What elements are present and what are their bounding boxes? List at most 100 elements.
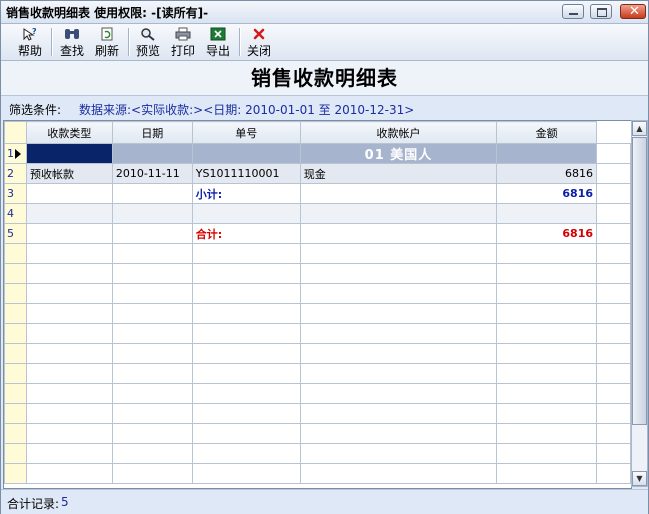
empty-cell[interactable] <box>191 263 301 284</box>
cell-number[interactable]: YS1011110001 <box>191 163 301 184</box>
empty-cell[interactable] <box>299 303 498 324</box>
table-row[interactable]: 4 <box>4 203 631 224</box>
row-number[interactable] <box>4 443 27 464</box>
empty-cell[interactable] <box>25 263 113 284</box>
empty-cell[interactable] <box>25 363 113 384</box>
empty-cell[interactable] <box>496 463 598 484</box>
empty-row[interactable] <box>4 423 631 444</box>
export-button[interactable]: 导出 <box>203 25 233 59</box>
empty-cell[interactable] <box>25 463 113 484</box>
empty-row[interactable] <box>4 443 631 464</box>
cell-type[interactable] <box>25 203 113 224</box>
row-number[interactable] <box>4 343 27 364</box>
empty-cell[interactable] <box>111 463 193 484</box>
empty-cell[interactable] <box>496 443 598 464</box>
cell-type[interactable] <box>25 223 113 244</box>
empty-cell[interactable] <box>191 343 301 364</box>
cell-date[interactable] <box>111 203 193 224</box>
subtotal-amount[interactable]: 6816 <box>496 183 598 204</box>
empty-cell[interactable] <box>111 323 193 344</box>
row-number[interactable]: 5 <box>4 223 27 244</box>
group-label[interactable]: 01 美国人 <box>299 143 498 164</box>
row-number[interactable]: 4 <box>4 203 27 224</box>
row-number[interactable] <box>4 323 27 344</box>
empty-cell[interactable] <box>111 263 193 284</box>
empty-cell[interactable] <box>496 263 598 284</box>
empty-cell[interactable] <box>496 343 598 364</box>
empty-cell[interactable] <box>25 423 113 444</box>
empty-cell[interactable] <box>299 263 498 284</box>
empty-row[interactable] <box>4 403 631 424</box>
empty-cell[interactable] <box>25 243 113 264</box>
preview-button[interactable]: 预览 <box>133 25 163 59</box>
empty-cell[interactable] <box>191 363 301 384</box>
row-number[interactable]: 2 <box>4 163 27 184</box>
scroll-up-button[interactable]: ▲ <box>632 121 647 136</box>
empty-cell[interactable] <box>299 243 498 264</box>
empty-row[interactable] <box>4 283 631 304</box>
empty-cell[interactable] <box>191 383 301 404</box>
cell-date[interactable] <box>111 223 193 244</box>
row-number[interactable]: 1 <box>4 143 27 164</box>
column-header-type[interactable]: 收款类型 <box>25 121 113 144</box>
empty-cell[interactable] <box>191 423 301 444</box>
subtotal-row[interactable]: 3 小计: 6816 <box>4 183 631 204</box>
cell-account[interactable]: 现金 <box>299 163 498 184</box>
find-button[interactable]: 查找 <box>57 25 87 59</box>
column-header-account[interactable]: 收款帐户 <box>299 121 498 144</box>
print-button[interactable]: 打印 <box>168 25 198 59</box>
empty-cell[interactable] <box>299 383 498 404</box>
empty-row[interactable] <box>4 263 631 284</box>
empty-row[interactable] <box>4 343 631 364</box>
refresh-button[interactable]: 刷新 <box>92 25 122 59</box>
data-grid[interactable]: 收款类型 日期 单号 收款帐户 金额 1 01 美国人 2 预收帐款 2010-… <box>3 120 632 489</box>
empty-row[interactable] <box>4 243 631 264</box>
cell-date[interactable] <box>111 183 193 204</box>
empty-cell[interactable] <box>111 363 193 384</box>
cell-amount[interactable] <box>496 203 598 224</box>
cell-account[interactable] <box>299 183 498 204</box>
empty-row[interactable] <box>4 383 631 404</box>
empty-cell[interactable] <box>299 463 498 484</box>
cell-date[interactable] <box>111 143 193 164</box>
empty-cell[interactable] <box>299 423 498 444</box>
row-number[interactable] <box>4 363 27 384</box>
row-number[interactable]: 3 <box>4 183 27 204</box>
row-number[interactable] <box>4 263 27 284</box>
title-bar[interactable]: 销售收款明细表 使用权限: -[读所有]- ✕ <box>1 1 648 24</box>
row-header-corner[interactable] <box>4 121 27 144</box>
empty-cell[interactable] <box>25 323 113 344</box>
empty-cell[interactable] <box>111 443 193 464</box>
empty-cell[interactable] <box>111 303 193 324</box>
row-number[interactable] <box>4 423 27 444</box>
empty-cell[interactable] <box>299 323 498 344</box>
empty-cell[interactable] <box>496 323 598 344</box>
empty-cell[interactable] <box>25 443 113 464</box>
row-number[interactable] <box>4 303 27 324</box>
empty-cell[interactable] <box>25 343 113 364</box>
empty-cell[interactable] <box>111 383 193 404</box>
row-number[interactable] <box>4 383 27 404</box>
empty-cell[interactable] <box>25 303 113 324</box>
row-number[interactable] <box>4 403 27 424</box>
empty-cell[interactable] <box>111 403 193 424</box>
empty-row[interactable] <box>4 323 631 344</box>
empty-cell[interactable] <box>299 363 498 384</box>
total-row[interactable]: 5 合计: 6816 <box>4 223 631 244</box>
row-number[interactable] <box>4 243 27 264</box>
empty-cell[interactable] <box>299 283 498 304</box>
empty-row[interactable] <box>4 463 631 484</box>
empty-cell[interactable] <box>496 283 598 304</box>
cell-number[interactable] <box>191 203 301 224</box>
empty-cell[interactable] <box>111 343 193 364</box>
minimize-button[interactable] <box>562 4 584 19</box>
column-header-date[interactable]: 日期 <box>111 121 193 144</box>
subtotal-label[interactable]: 小计: <box>191 183 301 204</box>
cell-type[interactable]: 预收帐款 <box>25 163 113 184</box>
empty-cell[interactable] <box>25 383 113 404</box>
empty-cell[interactable] <box>111 283 193 304</box>
column-header-amount[interactable]: 金额 <box>496 121 598 144</box>
row-number[interactable] <box>4 283 27 304</box>
total-amount[interactable]: 6816 <box>496 223 598 244</box>
table-row[interactable]: 2 预收帐款 2010-11-11 YS1011110001 现金 6816 <box>4 163 631 184</box>
